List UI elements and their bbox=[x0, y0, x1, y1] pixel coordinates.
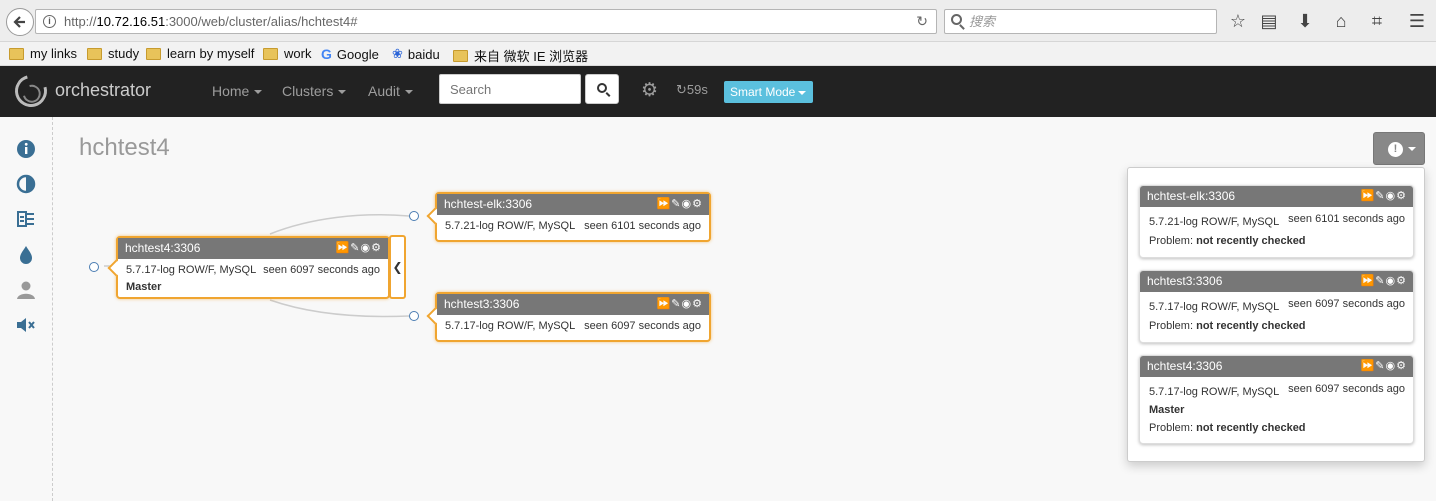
gear-icon[interactable]: ⚙ bbox=[1396, 360, 1407, 372]
instance-header[interactable]: hchtest3:3306 ⏩✎◉⚙ bbox=[437, 294, 709, 315]
instance-name: hchtest-elk:3306 bbox=[444, 197, 533, 211]
globe-icon[interactable]: ◉ bbox=[682, 298, 693, 310]
problem-text: not recently checked bbox=[1196, 320, 1306, 332]
instance-version: 5.7.17-log ROW/F, MySQL bbox=[1149, 301, 1280, 313]
problem-card[interactable]: hchtest-elk:3306 ⏩✎◉⚙ 5.7.21-log ROW/F, … bbox=[1139, 185, 1414, 258]
problem-line: Problem: not recently checked bbox=[1149, 235, 1306, 247]
problem-line: Problem: not recently checked bbox=[1149, 320, 1306, 332]
caret-down-icon bbox=[1408, 147, 1416, 152]
gear-icon[interactable]: ⚙ bbox=[1396, 275, 1407, 287]
globe-icon[interactable]: ◉ bbox=[361, 242, 372, 254]
instance-version: 5.7.17-log ROW/F, MySQL bbox=[1149, 386, 1280, 398]
instance-seen: seen 6097 seconds ago bbox=[1288, 298, 1405, 310]
instance-header[interactable]: hchtest-elk:3306 ⏩✎◉⚙ bbox=[437, 194, 709, 215]
master-instance-box[interactable]: hchtest4:3306 ⏩✎◉⚙ 5.7.17-log ROW/F, MyS… bbox=[107, 236, 390, 299]
instance-version: 5.7.21-log ROW/F, MySQL bbox=[1149, 216, 1280, 228]
problem-card[interactable]: hchtest4:3306 ⏩✎◉⚙ 5.7.17-log ROW/F, MyS… bbox=[1139, 355, 1414, 444]
replica-instance-box[interactable]: hchtest-elk:3306 ⏩✎◉⚙ 5.7.21-log ROW/F, … bbox=[426, 192, 711, 242]
pencil-icon[interactable]: ✎ bbox=[671, 198, 681, 210]
exclamation-icon: ! bbox=[1388, 141, 1403, 157]
gear-icon[interactable]: ⚙ bbox=[692, 298, 703, 310]
pencil-icon[interactable]: ✎ bbox=[1375, 275, 1385, 287]
pencil-icon[interactable]: ✎ bbox=[1375, 190, 1385, 202]
gear-icon[interactable]: ⚙ bbox=[692, 198, 703, 210]
instance-name: hchtest4:3306 bbox=[1147, 359, 1223, 373]
instance-seen: seen 6101 seconds ago bbox=[584, 220, 701, 232]
problem-text: not recently checked bbox=[1196, 422, 1306, 434]
instance-body: 5.7.17-log ROW/F, MySQL seen 6097 second… bbox=[437, 315, 709, 335]
problem-card-body: 5.7.17-log ROW/F, MySQL seen 6097 second… bbox=[1140, 377, 1413, 443]
instance-name: hchtest3:3306 bbox=[1147, 274, 1223, 288]
pencil-icon[interactable]: ✎ bbox=[350, 242, 360, 254]
fast-forward-icon[interactable]: ⏩ bbox=[657, 298, 672, 310]
master-node-dot[interactable] bbox=[89, 262, 99, 272]
globe-icon[interactable]: ◉ bbox=[1386, 190, 1397, 202]
instance-header[interactable]: hchtest-elk:3306 ⏩✎◉⚙ bbox=[1140, 186, 1413, 207]
instance-actions: ⏩✎◉⚙ bbox=[1361, 356, 1407, 377]
fast-forward-icon[interactable]: ⏩ bbox=[1361, 360, 1376, 372]
problem-card-body: 5.7.17-log ROW/F, MySQL seen 6097 second… bbox=[1140, 292, 1413, 342]
pencil-icon[interactable]: ✎ bbox=[671, 298, 681, 310]
instance-seen: seen 6097 seconds ago bbox=[584, 320, 701, 332]
replica-node-dot[interactable] bbox=[409, 311, 419, 321]
instance-seen: seen 6101 seconds ago bbox=[1288, 213, 1405, 225]
pencil-icon[interactable]: ✎ bbox=[1375, 360, 1385, 372]
problems-dropdown-button[interactable]: ! bbox=[1373, 132, 1425, 165]
instance-version: 5.7.17-log ROW/F, MySQL bbox=[126, 264, 257, 276]
problem-card-body: 5.7.21-log ROW/F, MySQL seen 6101 second… bbox=[1140, 207, 1413, 257]
chevron-left-icon: ❮ bbox=[392, 260, 403, 274]
instance-header[interactable]: hchtest3:3306 ⏩✎◉⚙ bbox=[1140, 271, 1413, 292]
fast-forward-icon[interactable]: ⏩ bbox=[1361, 190, 1376, 202]
instance-version: 5.7.21-log ROW/F, MySQL bbox=[445, 220, 576, 232]
instance-header[interactable]: hchtest4:3306 ⏩✎◉⚙ bbox=[118, 238, 388, 259]
globe-icon[interactable]: ◉ bbox=[682, 198, 693, 210]
instance-body: 5.7.17-log ROW/F, MySQL seen 6097 second… bbox=[118, 259, 388, 279]
instance-name: hchtest4:3306 bbox=[125, 241, 201, 255]
gear-icon[interactable]: ⚙ bbox=[1396, 190, 1407, 202]
instance-role: Master bbox=[1149, 404, 1185, 416]
instance-name: hchtest3:3306 bbox=[444, 297, 520, 311]
instance-role: Master bbox=[126, 281, 162, 293]
instance-actions: ⏩✎◉⚙ bbox=[657, 294, 703, 315]
globe-icon[interactable]: ◉ bbox=[1386, 360, 1397, 372]
replica-node-dot[interactable] bbox=[409, 211, 419, 221]
fast-forward-icon[interactable]: ⏩ bbox=[336, 242, 351, 254]
gear-icon[interactable]: ⚙ bbox=[371, 242, 382, 254]
instance-header[interactable]: hchtest4:3306 ⏩✎◉⚙ bbox=[1140, 356, 1413, 377]
instance-actions: ⏩✎◉⚙ bbox=[1361, 271, 1407, 292]
replica-instance-box[interactable]: hchtest3:3306 ⏩✎◉⚙ 5.7.17-log ROW/F, MyS… bbox=[426, 292, 711, 342]
problem-text: not recently checked bbox=[1196, 235, 1306, 247]
collapse-button[interactable]: ❮ bbox=[389, 235, 406, 299]
problem-card[interactable]: hchtest3:3306 ⏩✎◉⚙ 5.7.17-log ROW/F, MyS… bbox=[1139, 270, 1414, 343]
instance-actions: ⏩✎◉⚙ bbox=[336, 238, 382, 259]
instance-version: 5.7.17-log ROW/F, MySQL bbox=[445, 320, 576, 332]
instance-body: 5.7.21-log ROW/F, MySQL seen 6101 second… bbox=[437, 215, 709, 235]
globe-icon[interactable]: ◉ bbox=[1386, 275, 1397, 287]
instance-actions: ⏩✎◉⚙ bbox=[1361, 186, 1407, 207]
instance-name: hchtest-elk:3306 bbox=[1147, 189, 1236, 203]
instance-seen: seen 6097 seconds ago bbox=[1288, 383, 1405, 395]
problems-panel: hchtest-elk:3306 ⏩✎◉⚙ 5.7.21-log ROW/F, … bbox=[1127, 167, 1425, 462]
instance-seen: seen 6097 seconds ago bbox=[263, 264, 380, 276]
problem-line: Problem: not recently checked bbox=[1149, 422, 1306, 434]
fast-forward-icon[interactable]: ⏩ bbox=[657, 198, 672, 210]
instance-actions: ⏩✎◉⚙ bbox=[657, 194, 703, 215]
fast-forward-icon[interactable]: ⏩ bbox=[1361, 275, 1376, 287]
